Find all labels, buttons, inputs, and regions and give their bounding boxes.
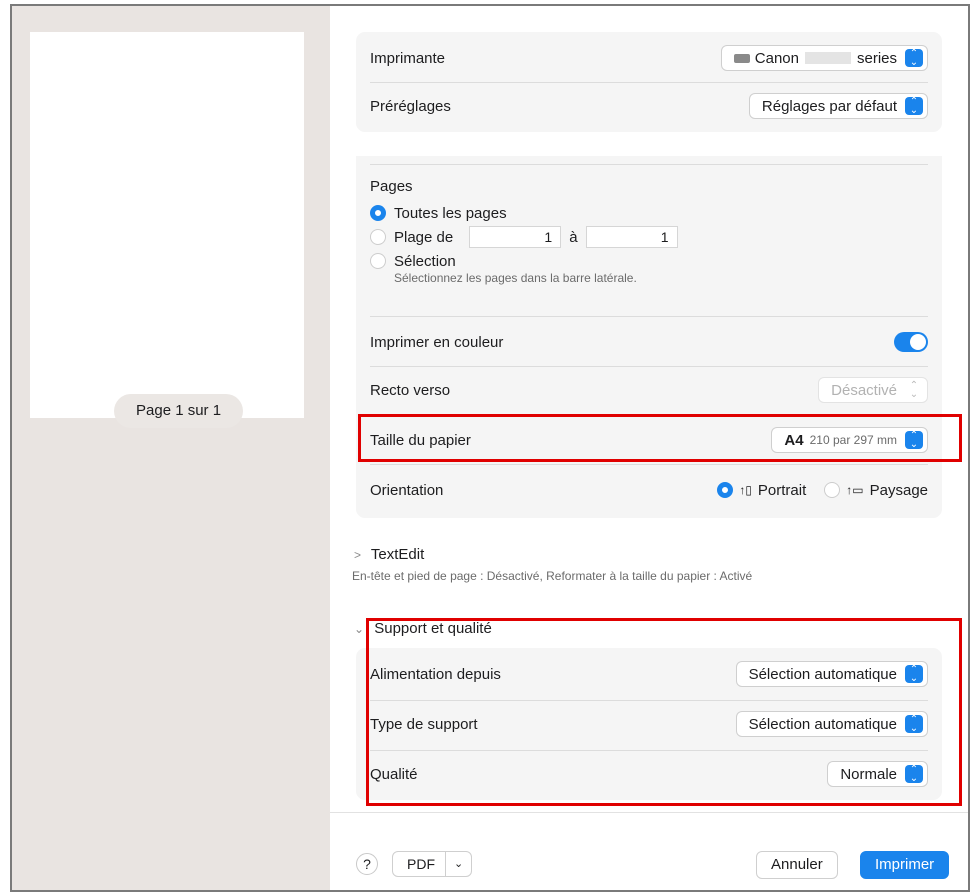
range-option[interactable]: Plage de 1 à 1 [370, 225, 678, 249]
presets-row: Préréglages Réglages par défaut ⌃ ⌄ [370, 84, 928, 128]
selection-label: Sélection [394, 252, 456, 270]
presets-popup[interactable]: Réglages par défaut ⌃ ⌄ [748, 93, 928, 119]
duplex-label: Recto verso [370, 381, 451, 399]
divider [370, 366, 928, 367]
help-button[interactable]: ? [356, 853, 378, 875]
range-to-field[interactable]: 1 [585, 226, 678, 248]
divider [370, 164, 928, 165]
chevron-down-icon: ⌄ [354, 622, 365, 636]
orientation-row: Orientation ↑▯ Portrait ↑▭ Paysage [370, 468, 928, 512]
radio-icon[interactable] [370, 253, 386, 269]
all-pages-label: Toutes les pages [394, 204, 507, 222]
page-preview: Page 1 sur 1 [30, 32, 304, 428]
printer-popup[interactable]: Canon series ⌃ ⌄ [720, 45, 928, 71]
preview-pane: Page 1 sur 1 [12, 6, 330, 890]
selection-hint: Sélectionnez les pages dans la barre lat… [394, 271, 637, 285]
settings-pane: Imprimante Canon series ⌃ ⌄ Préréglages R… [330, 6, 968, 890]
printer-series: series [856, 49, 897, 67]
printer-group: Imprimante Canon series ⌃ ⌄ Préréglages R… [356, 32, 942, 132]
landscape-icon: ↑▭ [846, 483, 864, 497]
duplex-value: Désactivé [831, 381, 897, 399]
print-button[interactable]: Imprimer [860, 851, 950, 879]
portrait-label[interactable]: Portrait [758, 482, 806, 499]
range-label: Plage de [394, 228, 454, 246]
print-dialog: Page 1 sur 1 Imprimante Canon series ⌃ ⌄ … [10, 4, 970, 892]
duplex-popup[interactable]: Désactivé ⌃ ⌄ [818, 377, 928, 403]
printer-label: Imprimante [370, 49, 446, 67]
textedit-summary: En-tête et pied de page : Désactivé, Ref… [352, 569, 753, 583]
textedit-title: TextEdit [370, 546, 425, 563]
chevron-down-icon: ⌄ [454, 858, 464, 870]
divider [370, 316, 928, 317]
printer-model-redacted [804, 52, 851, 64]
paper-size-highlight [358, 414, 962, 462]
color-row: Imprimer en couleur [370, 320, 928, 364]
divider [370, 464, 928, 465]
pdf-menu-button[interactable]: PDF ⌄ [392, 851, 473, 877]
page-count-label: Page 1 sur 1 [114, 394, 244, 428]
color-label: Imprimer en couleur [370, 333, 504, 351]
printer-name: Canon [754, 49, 799, 67]
selection-option[interactable]: Sélection [370, 249, 678, 273]
media-quality-highlight [366, 618, 962, 806]
textedit-section[interactable]: > TextEdit En-tête et pied de page : Dés… [352, 546, 753, 583]
range-from-field[interactable]: 1 [469, 226, 562, 248]
pages-section: Pages Toutes les pages Plage de 1 à 1 Sé… [370, 178, 678, 285]
divider [370, 82, 928, 83]
all-pages-option[interactable]: Toutes les pages [370, 201, 678, 225]
color-toggle[interactable] [894, 332, 928, 352]
radio-selected-icon[interactable] [717, 482, 734, 498]
dialog-footer: ? PDF ⌄ Annuler Imprimer [330, 812, 968, 890]
chevron-right-icon: > [354, 548, 362, 562]
duplex-row: Recto verso Désactivé ⌃ ⌄ [370, 368, 928, 412]
radio-icon[interactable] [370, 229, 386, 245]
radio-selected-icon[interactable] [370, 205, 386, 221]
range-to-label: à [569, 228, 578, 246]
popup-stepper-icon: ⌃ ⌄ [905, 49, 923, 68]
popup-stepper-icon: ⌃ ⌄ [905, 97, 923, 116]
portrait-icon: ↑▯ [739, 483, 752, 497]
orientation-label: Orientation [370, 481, 444, 499]
main-settings-group: Pages Toutes les pages Plage de 1 à 1 Sé… [356, 156, 942, 518]
landscape-label[interactable]: Paysage [870, 482, 928, 499]
printer-icon [733, 53, 750, 63]
cancel-button[interactable]: Annuler [756, 851, 838, 879]
orientation-options: ↑▯ Portrait ↑▭ Paysage [717, 482, 928, 499]
radio-icon[interactable] [824, 482, 841, 498]
printer-row: Imprimante Canon series ⌃ ⌄ [370, 36, 928, 80]
popup-stepper-icon: ⌃ ⌄ [909, 380, 919, 400]
presets-value: Réglages par défaut [761, 97, 897, 115]
pdf-label: PDF [393, 852, 446, 876]
pages-title: Pages [370, 178, 413, 195]
presets-label: Préréglages [370, 97, 451, 115]
